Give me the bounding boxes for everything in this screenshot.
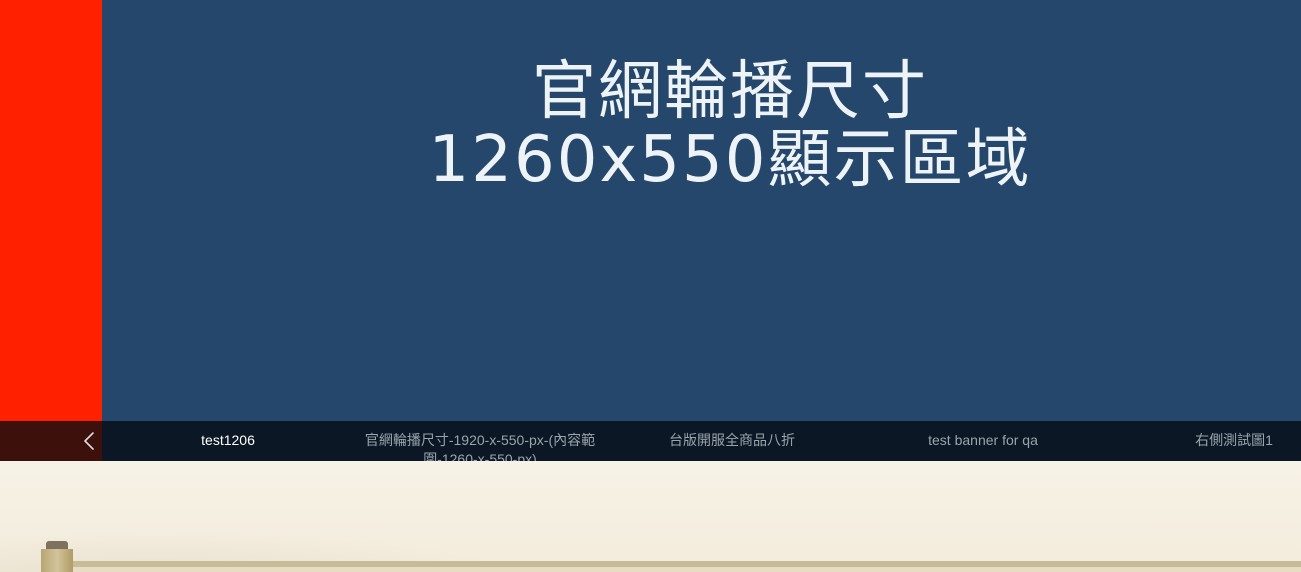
carousel-tab-qa-banner[interactable]: test banner for qa <box>914 431 1052 450</box>
hero-title: 官網輪播尺寸 1260x550顯示區域 <box>420 58 1040 194</box>
carousel-nav: test1206 官網輪播尺寸-1920-x-550-px-(內容範圍-1260… <box>0 421 1301 461</box>
chevron-left-icon <box>84 432 94 450</box>
carousel-tab-right-test[interactable]: 右側測試圖1 <box>1182 431 1286 450</box>
carousel-tab-test1206[interactable]: test1206 <box>182 431 274 450</box>
carousel-tab-banner-size[interactable]: 官網輪播尺寸-1920-x-550-px-(內容範圍-1260-x-550-px… <box>352 431 608 461</box>
carousel-tab-label: test banner for qa <box>928 432 1038 448</box>
carousel-tabs: test1206 官網輪播尺寸-1920-x-550-px-(內容範圍-1260… <box>102 421 1301 461</box>
carousel-prev-button[interactable] <box>78 429 100 453</box>
carousel-tab-label: test1206 <box>201 432 255 448</box>
page: 官網輪播尺寸 1260x550顯示區域 test1206 官網輪播尺寸-1920… <box>0 0 1301 572</box>
carousel-tab-label: 官網輪播尺寸-1920-x-550-px-(內容範圍-1260-x-550-px… <box>364 432 596 461</box>
carousel-tab-tw-sale[interactable]: 台版開服全商品八折 <box>658 431 806 450</box>
hero-banner[interactable]: 官網輪播尺寸 1260x550顯示區域 <box>0 0 1301 461</box>
hero-left-strip <box>0 0 102 461</box>
hero-title-line-2: 1260x550顯示區域 <box>428 123 1032 197</box>
carousel-tab-label: 台版開服全商品八折 <box>669 432 795 448</box>
hero-title-line-1: 官網輪播尺寸 <box>532 55 928 129</box>
carousel-tab-label: 右側測試圖1 <box>1195 432 1273 448</box>
scroll-rod-shadow <box>70 567 1301 572</box>
lower-decoration <box>0 461 1301 572</box>
scroll-rod-icon <box>70 561 1301 567</box>
scroll-knob-icon <box>41 549 73 572</box>
